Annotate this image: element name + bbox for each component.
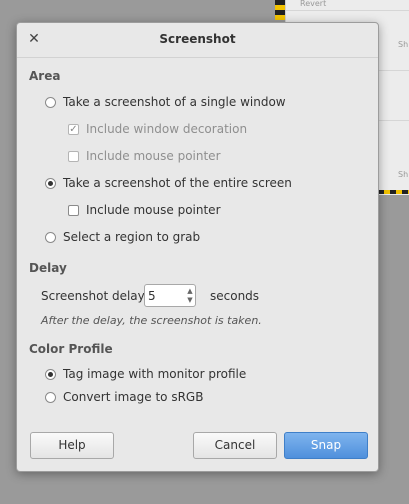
checkbox-label: Include window decoration [86,122,248,136]
radio-single-window[interactable]: Take a screenshot of a single window [45,95,286,109]
dialog-title: Screenshot [159,32,236,46]
checkbox-label: Include mouse pointer [86,203,221,217]
radio-convert-srgb[interactable]: Convert image to sRGB [45,390,203,404]
checkmark-icon[interactable]: ✓ [68,123,79,135]
checkbox-box[interactable] [68,150,79,162]
radio-label: Convert image to sRGB [63,390,204,404]
checkbox-include-window-decoration[interactable]: ✓ Include window decoration [68,122,247,136]
background-side-label: Sh [398,40,409,49]
delay-input[interactable] [148,288,178,303]
background-side-label: Sh [398,170,409,179]
checkbox-include-pointer-window[interactable]: Include mouse pointer [68,149,221,163]
delay-label: Screenshot delay: [41,289,148,303]
color-profile-section-title: Color Profile [29,342,113,356]
checkbox-label: Include mouse pointer [86,149,221,163]
delay-spinbutton[interactable]: ▲ ▼ [144,284,196,307]
checkbox-include-pointer-screen[interactable]: Include mouse pointer [68,203,221,217]
dialog-titlebar: ✕ Screenshot [17,23,378,58]
delay-hint: After the delay, the screenshot is taken… [41,314,262,327]
radio-button-selected[interactable] [45,368,56,380]
help-button[interactable]: Help [30,432,114,459]
radio-button[interactable] [45,231,56,243]
spin-down-icon[interactable]: ▼ [185,295,195,305]
background-revert-label: Revert [300,0,327,8]
radio-tag-monitor-profile[interactable]: Tag image with monitor profile [45,367,246,381]
radio-label: Select a region to grab [63,230,201,244]
cancel-button[interactable]: Cancel [193,432,277,459]
area-section-title: Area [29,69,61,83]
delay-unit-label: seconds [210,289,260,303]
radio-label: Tag image with monitor profile [63,367,247,381]
background-window-edge [275,0,285,20]
radio-label: Take a screenshot of the entire screen [63,176,292,190]
checkbox-box[interactable] [68,204,79,216]
radio-label: Take a screenshot of a single window [63,95,286,109]
delay-section-title: Delay [29,261,67,275]
screenshot-dialog: ✕ Screenshot Area Take a screenshot of a… [16,22,379,472]
snap-button[interactable]: Snap [284,432,368,459]
radio-button-selected[interactable] [45,177,56,189]
radio-entire-screen[interactable]: Take a screenshot of the entire screen [45,176,292,190]
radio-select-region[interactable]: Select a region to grab [45,230,200,244]
radio-button[interactable] [45,96,56,108]
radio-button[interactable] [45,391,56,403]
